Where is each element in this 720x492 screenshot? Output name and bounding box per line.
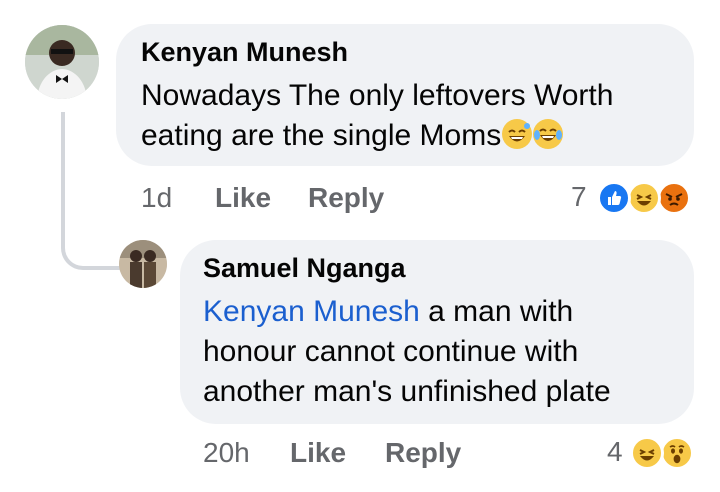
- laugh-icon[interactable]: [630, 436, 664, 470]
- tears-of-joy-emoji-icon: [533, 119, 564, 149]
- reply-text-line: Kenyan Munesh a man with: [203, 292, 683, 332]
- angry-icon[interactable]: [657, 181, 691, 215]
- comment-text-line: eating are the single Moms: [141, 116, 681, 156]
- reply-reaction-count[interactable]: 4: [607, 436, 623, 468]
- laugh-icon[interactable]: [627, 181, 661, 215]
- reply-text-line: another man's unfinished plate: [203, 375, 611, 408]
- comment-like-button[interactable]: Like: [215, 182, 271, 214]
- reply-like-button[interactable]: Like: [290, 437, 346, 469]
- sweat-smile-emoji-icon: [502, 119, 533, 149]
- like-icon[interactable]: [597, 181, 631, 215]
- reply-thread-line: [61, 112, 120, 270]
- reply-avatar[interactable]: [119, 240, 167, 288]
- reply-author[interactable]: Samuel Nganga: [203, 253, 406, 284]
- reply-reply-button[interactable]: Reply: [385, 437, 461, 469]
- reply-timestamp[interactable]: 20h: [203, 437, 250, 469]
- mention-link[interactable]: Kenyan Munesh: [203, 295, 420, 328]
- comment-author[interactable]: Kenyan Munesh: [141, 37, 348, 68]
- comment-text-line-2: eating are the single Moms: [141, 119, 502, 152]
- comment-text: Nowadays The only leftovers Worth eating…: [141, 76, 681, 156]
- reply-text-line: honour cannot continue with: [203, 335, 579, 368]
- reply-text: Kenyan Munesh a man with honour cannot c…: [203, 292, 683, 412]
- comment-timestamp[interactable]: 1d: [141, 182, 172, 214]
- wow-icon[interactable]: [660, 436, 694, 470]
- reply-text-line-1: a man with: [419, 295, 574, 328]
- comment-reaction-count[interactable]: 7: [571, 181, 587, 213]
- avatar[interactable]: [25, 25, 99, 99]
- comment-text-line: Nowadays The only leftovers Worth: [141, 79, 614, 112]
- comment-reply-button[interactable]: Reply: [308, 182, 384, 214]
